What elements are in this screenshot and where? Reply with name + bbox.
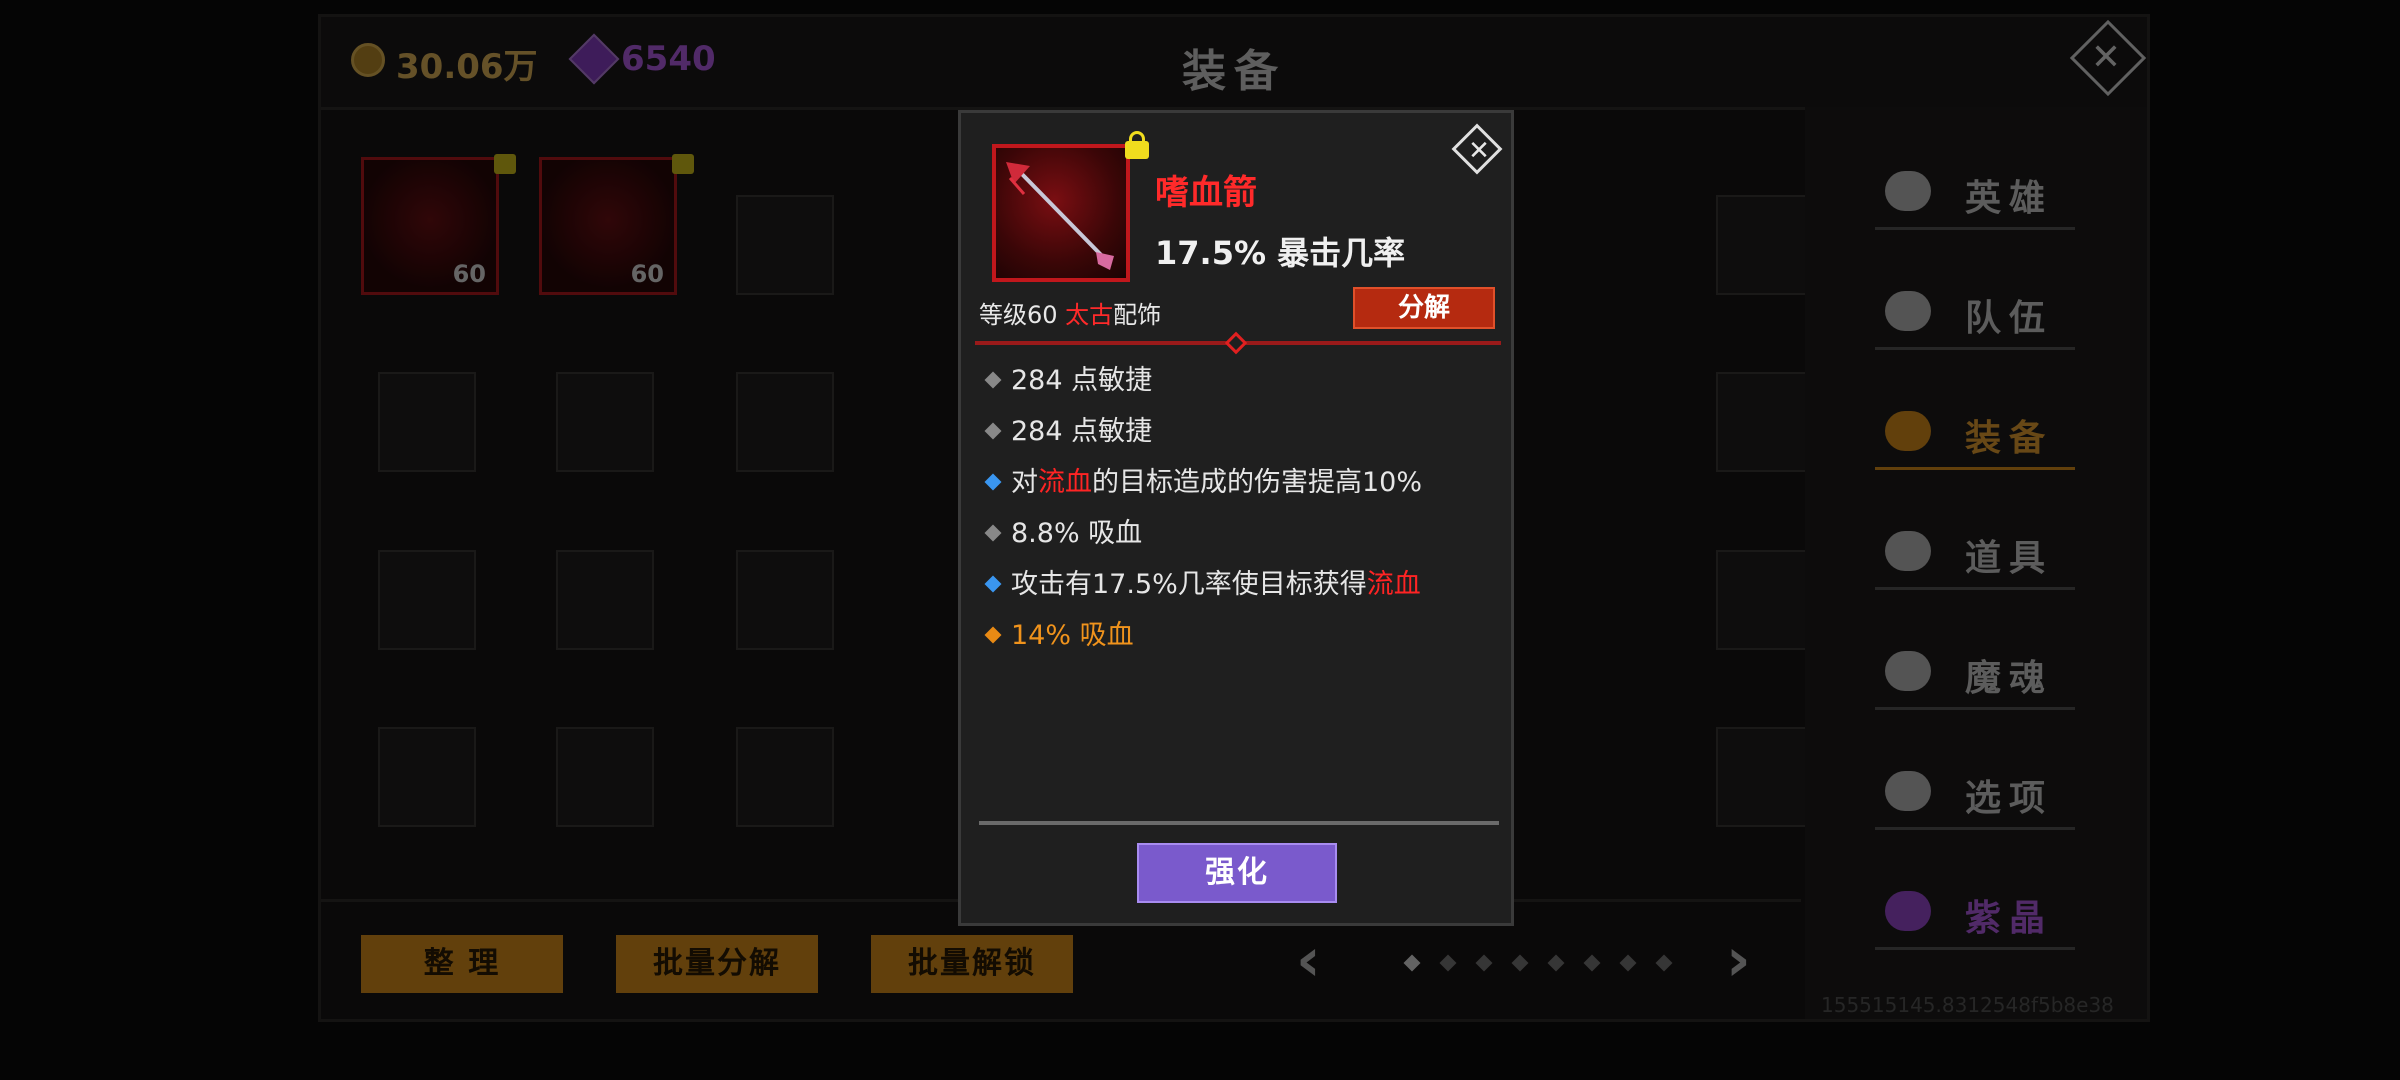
- sidebar-item-team[interactable]: 队伍: [1875, 277, 2075, 350]
- sidebar-item-items[interactable]: 道具: [1875, 517, 2075, 590]
- item-level-line: 等级60 太古配饰: [979, 295, 1161, 330]
- sidebar-item-souls[interactable]: 魔魂: [1875, 637, 2075, 710]
- gray-bullet-icon: [984, 422, 1002, 439]
- sidebar-item-heroes[interactable]: 英雄: [1875, 157, 2075, 230]
- gear-icon: [1885, 771, 1931, 811]
- inventory-slot[interactable]: [736, 195, 834, 295]
- item-name: 嗜血箭: [1155, 173, 1257, 213]
- bag-icon: [1885, 531, 1931, 571]
- inventory-slot[interactable]: [556, 372, 654, 472]
- inventory-item-staff[interactable]: 60: [361, 154, 516, 295]
- item-level: 60: [630, 260, 664, 288]
- sidebar: 英雄 队伍 装备 道具 魔魂 选项 紫晶: [1805, 107, 2147, 1019]
- page-dot[interactable]: [1655, 954, 1673, 972]
- attribute-line: 284 点敏捷: [981, 414, 1152, 450]
- gray-bullet-icon: [984, 524, 1002, 541]
- attribute-keyword: 流血: [1366, 569, 1421, 600]
- sidebar-item-amethyst[interactable]: 紫晶: [1875, 877, 2075, 950]
- page-dot-active[interactable]: [1403, 954, 1421, 972]
- attribute-line: 284 点敏捷: [981, 363, 1152, 399]
- attribute-text: 对: [1011, 467, 1038, 498]
- page-dot[interactable]: [1583, 954, 1601, 972]
- inventory-item-arrow[interactable]: 60: [539, 154, 694, 295]
- attribute-text: 284 点敏捷: [1011, 416, 1153, 447]
- item-main-stat: 17.5% 暴击几率: [1155, 234, 1406, 272]
- attribute-line: 对流血的目标造成的伤害提高10%: [981, 465, 1422, 501]
- page-dot[interactable]: [1439, 954, 1457, 972]
- prev-page-arrow-icon[interactable]: ‹: [1296, 925, 1321, 995]
- attribute-text: 8.8% 吸血: [1011, 518, 1143, 549]
- item-icon: [992, 144, 1130, 282]
- inventory-slot[interactable]: [1716, 195, 1814, 295]
- lock-icon: [494, 154, 516, 174]
- bottom-divider: [979, 821, 1499, 825]
- inventory-slot[interactable]: [556, 550, 654, 650]
- amethyst-icon: [1885, 891, 1931, 931]
- top-bar: 30.06万 6540 装备 ✕: [321, 17, 2147, 110]
- attribute-line: 攻击有17.5%几率使目标获得流血: [981, 567, 1421, 603]
- page-dot[interactable]: [1619, 954, 1637, 972]
- inventory-slot[interactable]: [1716, 550, 1814, 650]
- divider-gem-icon: [1224, 331, 1248, 355]
- attribute-line: 14% 吸血: [981, 618, 1134, 654]
- attribute-text: 的目标造成的伤害提高10%: [1092, 467, 1423, 498]
- flame-icon: [1885, 651, 1931, 691]
- page-dot[interactable]: [1547, 954, 1565, 972]
- inventory-slot[interactable]: [736, 372, 834, 472]
- attribute-line: 8.8% 吸血: [981, 516, 1142, 552]
- orange-bullet-icon: [984, 626, 1002, 643]
- inventory-slot[interactable]: [378, 372, 476, 472]
- sidebar-item-label: 英雄: [1965, 178, 2054, 219]
- next-page-arrow-icon[interactable]: ›: [1726, 925, 1751, 995]
- attribute-text: 14% 吸血: [1011, 620, 1134, 651]
- disassemble-button[interactable]: 分解: [1353, 287, 1495, 329]
- inventory-slot[interactable]: [378, 550, 476, 650]
- inventory-slot[interactable]: [736, 727, 834, 827]
- item-level: 60: [452, 260, 486, 288]
- batch-disassemble-button[interactable]: 批量分解: [616, 935, 818, 993]
- version-text: 155515145.8312548f5b8e38: [1821, 993, 2114, 1017]
- sidebar-item-equipment[interactable]: 装备: [1875, 397, 2075, 470]
- helmet-icon: [1885, 411, 1931, 451]
- attribute-text: 284 点敏捷: [1011, 365, 1153, 396]
- inventory-slot[interactable]: [556, 727, 654, 827]
- item-tier: 太古: [1065, 301, 1114, 329]
- sidebar-item-label: 道具: [1965, 538, 2054, 579]
- sort-button[interactable]: 整 理: [361, 935, 563, 993]
- screen-title: 装备: [1182, 46, 1286, 97]
- sidebar-item-label: 装备: [1965, 418, 2054, 459]
- inventory-slot[interactable]: [1716, 372, 1814, 472]
- blue-bullet-icon: [984, 473, 1002, 490]
- gray-bullet-icon: [984, 371, 1002, 388]
- inventory-slot[interactable]: [1716, 727, 1814, 827]
- item-category: 配饰: [1113, 301, 1162, 329]
- lock-icon: [672, 154, 694, 174]
- inventory-slot[interactable]: [378, 727, 476, 827]
- lock-icon-body[interactable]: [1125, 141, 1149, 159]
- sidebar-item-label: 魔魂: [1965, 658, 2054, 699]
- page-dot[interactable]: [1511, 954, 1529, 972]
- sidebar-item-label: 队伍: [1965, 298, 2054, 339]
- inventory-slot[interactable]: [736, 550, 834, 650]
- close-icon: ✕: [2090, 37, 2122, 78]
- item-level: 等级60: [979, 301, 1066, 329]
- flag-icon: [1885, 291, 1931, 331]
- heroes-icon: [1885, 171, 1931, 211]
- item-detail-popup: 嗜血箭 17.5% 暴击几率 ✕ 等级60 太古配饰 分解 284 点敏捷 28…: [958, 110, 1514, 926]
- close-icon[interactable]: ✕: [1455, 127, 1503, 175]
- blue-bullet-icon: [984, 575, 1002, 592]
- attribute-keyword: 流血: [1038, 467, 1092, 498]
- sidebar-item-label: 紫晶: [1965, 898, 2054, 939]
- upgrade-button[interactable]: 强化: [1137, 843, 1337, 903]
- attribute-text: 攻击有17.5%几率使目标获得: [1011, 569, 1367, 600]
- sidebar-item-label: 选项: [1965, 778, 2054, 819]
- arrow-icon: [1006, 162, 1114, 270]
- batch-unlock-button[interactable]: 批量解锁: [871, 935, 1073, 993]
- sidebar-item-options[interactable]: 选项: [1875, 757, 2075, 830]
- page-dot[interactable]: [1475, 954, 1493, 972]
